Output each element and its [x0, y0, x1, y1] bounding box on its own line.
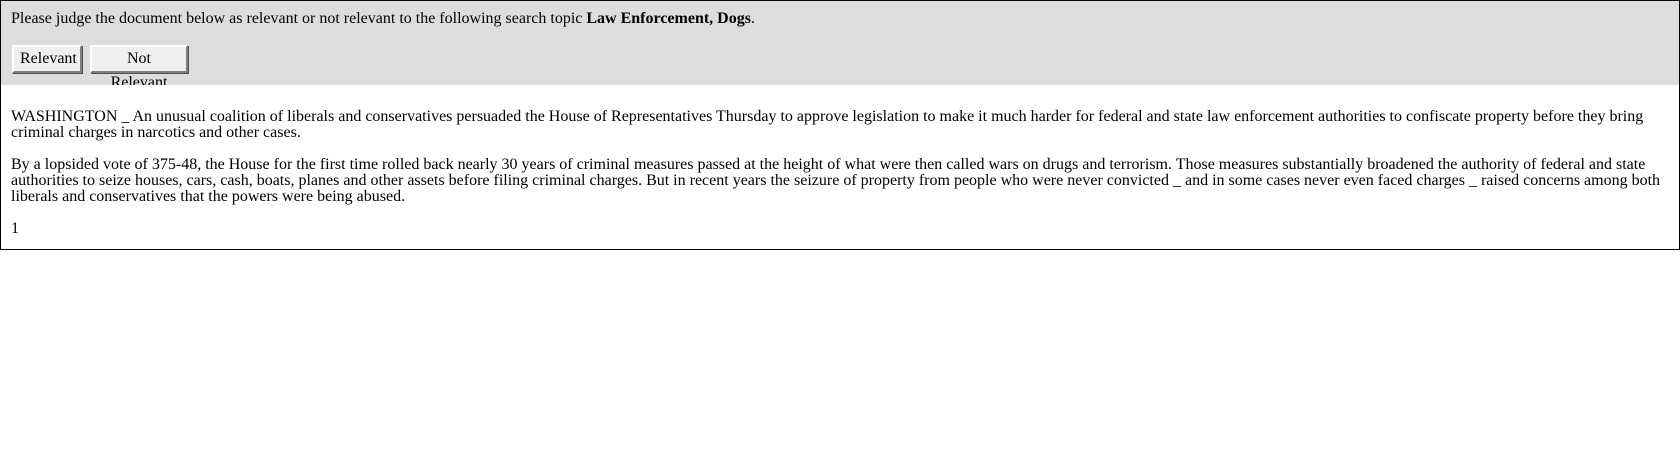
- prompt-period: .: [750, 10, 755, 27]
- document-panel: WASHINGTON _ An unusual coalition of lib…: [0, 85, 1680, 250]
- document-body: WASHINGTON _ An unusual coalition of lib…: [11, 109, 1671, 237]
- not-relevant-button[interactable]: Not Relevant: [90, 45, 188, 91]
- prompt-text: Please judge the document below as relev…: [11, 10, 587, 27]
- judgement-panel: Please judge the document below as relev…: [0, 0, 1680, 91]
- relevant-button[interactable]: Relevant: [12, 45, 82, 73]
- document-paragraph: WASHINGTON _ An unusual coalition of lib…: [11, 108, 1644, 141]
- judgement-prompt: Please judge the document below as relev…: [11, 9, 755, 28]
- search-topic: Law Enforcement, Dogs: [586, 10, 751, 27]
- document-paragraph: By a lopsided vote of 375-48, the House …: [11, 156, 1661, 205]
- page-number: 1: [11, 220, 19, 237]
